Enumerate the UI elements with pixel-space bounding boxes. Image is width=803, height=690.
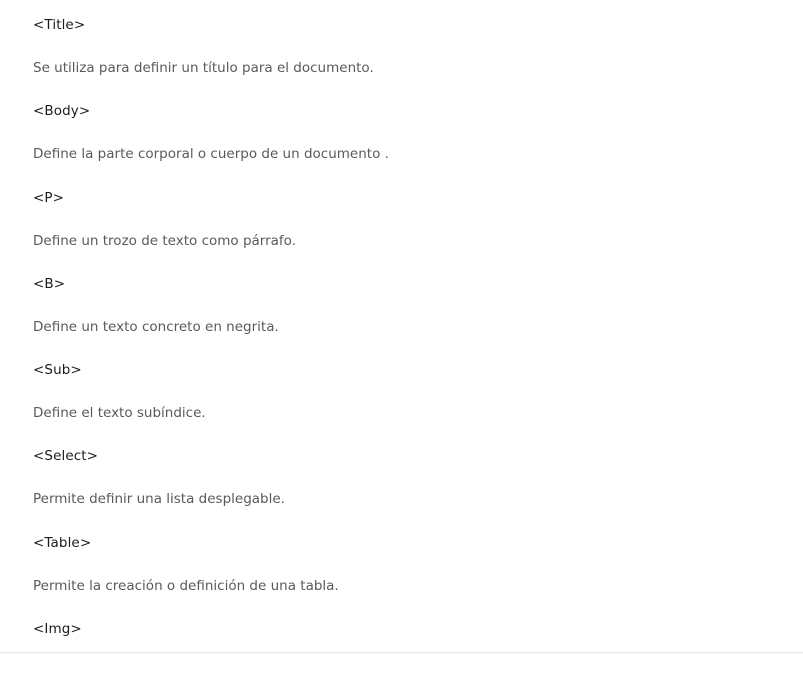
tag-name: <Body> [33, 103, 91, 120]
tag-entry-body: <Body> Define la parte corporal o cuerpo… [33, 86, 773, 172]
tag-name: <Img> [33, 621, 82, 638]
tag-description: Define un texto concreto en negrita. [33, 318, 279, 335]
tag-entry-sub: <Sub> Define el texto subíndice. [33, 345, 773, 431]
tag-entry-img: <Img> [33, 604, 773, 690]
tag-entry-p: <P> Define un trozo de texto como párraf… [33, 173, 773, 259]
tag-name: <Title> [33, 17, 86, 33]
tag-name: <P> [33, 189, 65, 206]
tag-entry-title: <Title> Se utiliza para definir un títul… [33, 0, 773, 86]
tag-description: Permite la creación o definición de una … [33, 577, 339, 594]
tag-entry-table: <Table> Permite la creación o definición… [33, 518, 773, 604]
tag-name: <Sub> [33, 362, 82, 379]
tag-description: Se utiliza para definir un título para e… [33, 60, 374, 76]
tag-name: <B> [33, 275, 66, 292]
tag-name: <Select> [33, 448, 99, 465]
tag-description: Define la parte corporal o cuerpo de un … [33, 146, 389, 163]
tag-entry-b: <B> Define un texto concreto en negrita. [33, 259, 773, 345]
tag-description: Permite definir una lista desplegable. [33, 491, 285, 508]
tag-entry-select: <Select> Permite definir una lista despl… [33, 431, 773, 517]
tag-description: Define un trozo de texto como párrafo. [33, 232, 296, 249]
tag-name: <Table> [33, 534, 92, 551]
tag-description: Define el texto subíndice. [33, 405, 206, 422]
html-tag-list: <Title> Se utiliza para definir un títul… [33, 0, 773, 690]
